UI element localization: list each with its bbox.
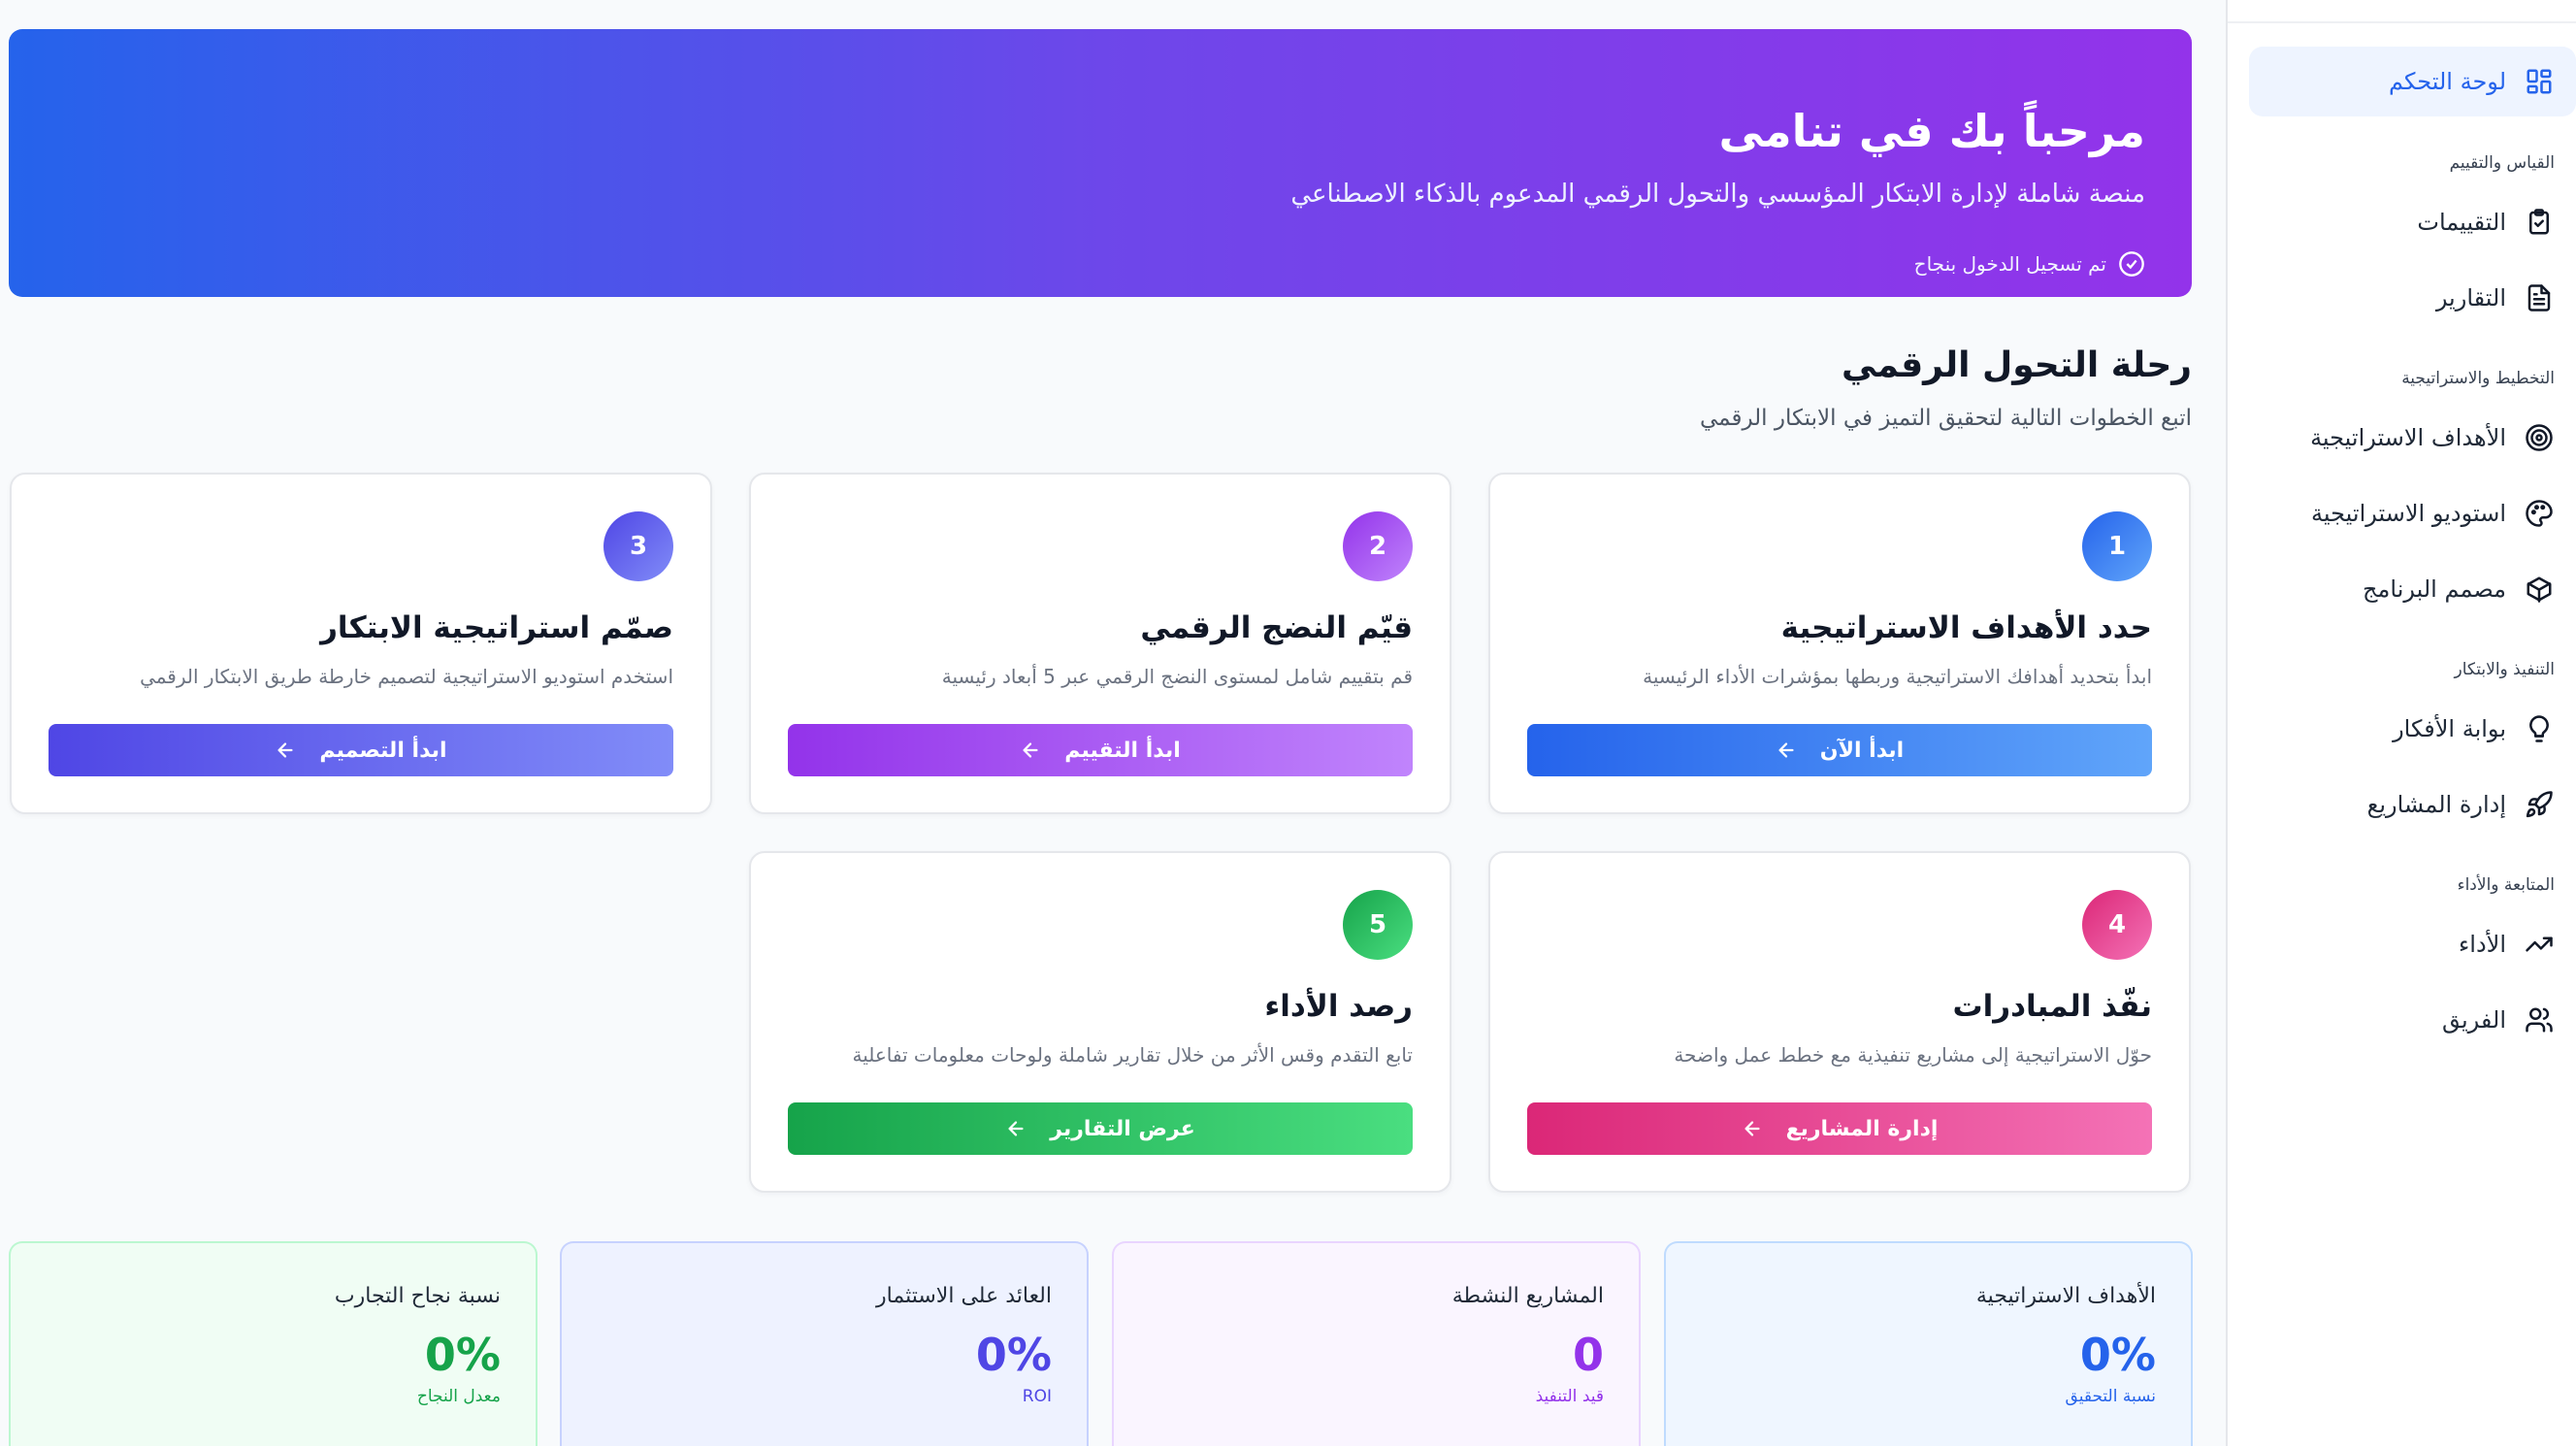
start-design-button[interactable]: ابدأ التصميم	[49, 724, 673, 776]
sidebar-section-execution: التنفيذ والابتكار	[2454, 660, 2556, 679]
stat-note: قيد التنفيذ	[1535, 1387, 1604, 1406]
stat-value: 0%	[2079, 1329, 2156, 1381]
view-reports-button[interactable]: عرض التقارير	[788, 1102, 1413, 1155]
journey-title: رحلة التحول الرقمي	[1842, 345, 2192, 385]
stat-value: 0%	[975, 1329, 1052, 1381]
check-circle-icon	[2119, 251, 2144, 277]
welcome-title: مرحباً بك في تنامى	[1718, 105, 2145, 157]
step-title: صمّم استراتيجية الابتكار	[320, 610, 673, 645]
stat-note: ROI	[1022, 1387, 1052, 1406]
sidebar: لوحة التحكم القياس والتقييم التقييمات ال…	[2226, 0, 2576, 1446]
button-label: إدارة المشاريع	[1785, 1116, 1939, 1141]
sidebar-item-strategy-studio[interactable]: استوديو الاستراتيجية	[2249, 478, 2576, 548]
arrow-left-icon	[277, 742, 293, 758]
sidebar-section-planning: التخطيط والاستراتيجية	[2401, 369, 2555, 388]
stat-card-active-projects: المشاريع النشطة 0 قيد التنفيذ	[1112, 1241, 1641, 1446]
stat-label: العائد على الاستثمار	[876, 1284, 1052, 1308]
sidebar-item-reports[interactable]: التقارير	[2249, 263, 2576, 333]
rocket-icon	[2524, 789, 2555, 820]
welcome-banner: مرحباً بك في تنامى منصة شاملة لإدارة الا…	[9, 29, 2192, 297]
sidebar-item-strategic-goals[interactable]: الأهداف الاستراتيجية	[2249, 403, 2576, 473]
box-icon	[2524, 574, 2555, 605]
grid-icon	[2524, 66, 2555, 97]
stat-label: نسبة نجاح التجارب	[334, 1284, 501, 1308]
palette-icon	[2524, 498, 2555, 529]
login-status-text: تم تسجيل الدخول بنجاح	[1913, 252, 2106, 276]
stat-card-roi: العائد على الاستثمار 0% ROI	[560, 1241, 1089, 1446]
sidebar-item-label: الفريق	[2441, 1006, 2506, 1034]
button-label: ابدأ التقييم	[1064, 738, 1181, 763]
stat-value: 0%	[424, 1329, 501, 1381]
sidebar-item-assessments[interactable]: التقييمات	[2249, 187, 2576, 257]
step-description: ابدأ بتحديد أهدافك الاستراتيجية وربطها ب…	[1643, 665, 2152, 688]
sidebar-item-label: مصمم البرنامج	[2363, 575, 2506, 603]
sidebar-item-label: استوديو الاستراتيجية	[2311, 500, 2506, 527]
sidebar-item-label: لوحة التحكم	[2389, 68, 2506, 95]
welcome-subtitle: منصة شاملة لإدارة الابتكار المؤسسي والتح…	[1290, 180, 2145, 209]
step-card-2: 2 قيّم النضج الرقمي قم بتقييم شامل لمستو…	[749, 473, 1451, 814]
sidebar-item-label: بوابة الأفكار	[2393, 715, 2506, 742]
sidebar-section-measurement: القياس والتقييم	[2449, 153, 2555, 173]
sidebar-item-program-designer[interactable]: مصمم البرنامج	[2249, 554, 2576, 624]
step-title: قيّم النضج الرقمي	[1140, 610, 1413, 645]
stat-value: 0	[1572, 1329, 1604, 1381]
stat-label: المشاريع النشطة	[1451, 1284, 1604, 1308]
step-title: حدد الأهداف الاستراتيجية	[1780, 610, 2152, 645]
step-title: رصد الأداء	[1264, 989, 1413, 1024]
start-assessment-button[interactable]: ابدأ التقييم	[788, 724, 1413, 776]
step-card-5: 5 رصد الأداء تابع التقدم وقس الأثر من خل…	[749, 851, 1451, 1193]
sidebar-item-label: التقارير	[2435, 284, 2506, 312]
step-card-4: 4 نفّذ المبادرات حوّل الاستراتيجية إلى م…	[1488, 851, 2191, 1193]
button-label: ابدأ الآن	[1819, 738, 1905, 763]
manage-projects-button[interactable]: إدارة المشاريع	[1527, 1102, 2152, 1155]
arrow-left-icon	[1778, 742, 1794, 758]
arrow-left-icon	[1023, 742, 1038, 758]
users-icon	[2524, 1004, 2555, 1035]
lightbulb-icon	[2524, 713, 2555, 744]
sidebar-item-label: التقييمات	[2417, 209, 2506, 236]
stat-card-experiment-success: نسبة نجاح التجارب 0% معدل النجاح	[9, 1241, 538, 1446]
button-label: ابدأ التصميم	[319, 738, 447, 763]
trending-up-icon	[2524, 929, 2555, 960]
step-card-1: 1 حدد الأهداف الاستراتيجية ابدأ بتحديد أ…	[1488, 473, 2191, 814]
journey-subtitle: اتبع الخطوات التالية لتحقيق التميز في ال…	[1699, 406, 2192, 431]
sidebar-item-ideas-portal[interactable]: بوابة الأفكار	[2249, 694, 2576, 764]
step-number-badge: 1	[2082, 511, 2152, 581]
sidebar-item-label: إدارة المشاريع	[2366, 791, 2506, 818]
step-number-badge: 3	[603, 511, 673, 581]
target-icon	[2524, 422, 2555, 453]
arrow-left-icon	[1745, 1121, 1760, 1136]
sidebar-section-monitoring: المتابعة والأداء	[2457, 875, 2555, 895]
step-description: تابع التقدم وقس الأثر من خلال تقارير شام…	[852, 1043, 1413, 1067]
stat-note: نسبة التحقيق	[2065, 1387, 2156, 1406]
clipboard-check-icon	[2524, 207, 2555, 238]
sidebar-item-label: الأهداف الاستراتيجية	[2310, 424, 2506, 451]
sidebar-divider	[2228, 21, 2576, 23]
arrow-left-icon	[1008, 1121, 1024, 1136]
sidebar-item-project-management[interactable]: إدارة المشاريع	[2249, 770, 2576, 839]
stat-note: معدل النجاح	[416, 1387, 501, 1406]
step-title: نفّذ المبادرات	[1952, 989, 2152, 1024]
file-text-icon	[2524, 282, 2555, 313]
sidebar-item-dashboard[interactable]: لوحة التحكم	[2249, 47, 2576, 116]
step-card-3: 3 صمّم استراتيجية الابتكار استخدم استودي…	[10, 473, 712, 814]
stat-card-strategic-goals: الأهداف الاستراتيجية 0% نسبة التحقيق	[1664, 1241, 2193, 1446]
step-description: استخدم استوديو الاستراتيجية لتصميم خارطة…	[140, 665, 673, 688]
login-status: تم تسجيل الدخول بنجاح	[1914, 250, 2145, 278]
step-number-badge: 5	[1343, 890, 1413, 960]
start-now-button[interactable]: ابدأ الآن	[1527, 724, 2152, 776]
sidebar-item-performance[interactable]: الأداء	[2249, 909, 2576, 979]
step-description: قم بتقييم شامل لمستوى النضج الرقمي عبر 5…	[941, 665, 1413, 688]
button-label: عرض التقارير	[1050, 1116, 1195, 1141]
sidebar-item-label: الأداء	[2459, 931, 2506, 958]
stat-label: الأهداف الاستراتيجية	[1975, 1284, 2156, 1308]
step-number-badge: 4	[2082, 890, 2152, 960]
main-content: مرحباً بك في تنامى منصة شاملة لإدارة الا…	[0, 0, 2226, 1446]
sidebar-item-team[interactable]: الفريق	[2249, 985, 2576, 1055]
step-description: حوّل الاستراتيجية إلى مشاريع تنفيذية مع …	[1674, 1043, 2152, 1067]
step-number-badge: 2	[1343, 511, 1413, 581]
